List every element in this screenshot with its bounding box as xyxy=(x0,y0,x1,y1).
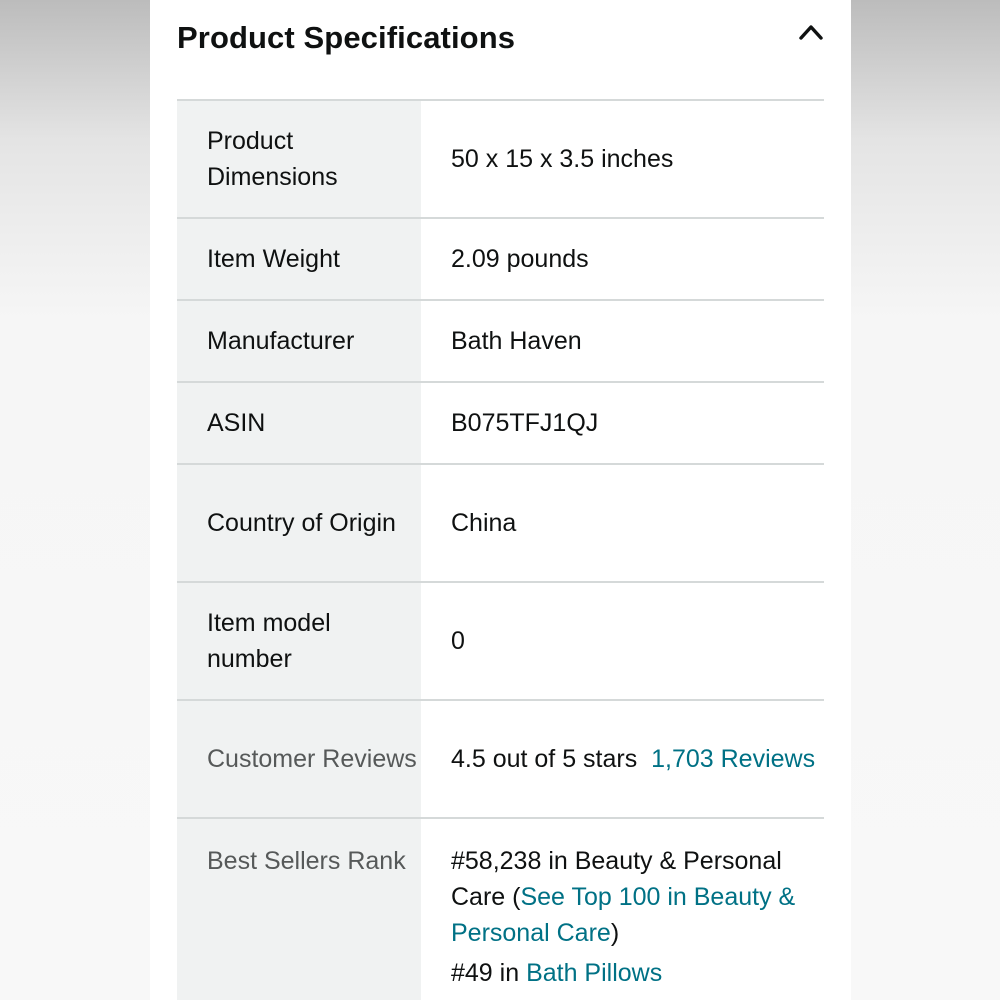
rank-text: #49 in xyxy=(451,959,527,987)
spec-value: 2.09 pounds xyxy=(451,245,589,273)
rank-line-bath-pillows: #49 in Bath Pillows xyxy=(451,955,824,991)
collapse-section-button[interactable] xyxy=(795,16,827,48)
spec-label: Country of Origin xyxy=(177,464,421,582)
spec-value: 0 xyxy=(451,627,465,655)
specifications-table: Product Dimensions 50 x 15 x 3.5 inches … xyxy=(177,99,824,1000)
spec-value: #58,238 in Beauty & Personal Care (See T… xyxy=(421,818,824,1000)
spec-row-weight: Item Weight 2.09 pounds xyxy=(177,218,824,300)
spec-label: Best Sellers Rank xyxy=(177,818,421,1000)
spec-label: Customer Reviews xyxy=(177,700,421,818)
bath-pillows-link[interactable]: Bath Pillows xyxy=(526,959,662,987)
spec-row-customer-reviews: Customer Reviews 4.5 out of 5 stars 1,70… xyxy=(177,700,824,818)
spec-row-best-sellers-rank: Best Sellers Rank #58,238 in Beauty & Pe… xyxy=(177,818,824,1000)
rank-text-close: ) xyxy=(610,919,620,947)
spec-label: Product Dimensions xyxy=(177,100,421,218)
reviews-link[interactable]: 1,703 Reviews xyxy=(651,745,815,773)
spec-label: Item Weight xyxy=(177,218,421,300)
rating-text: 4.5 out of 5 stars xyxy=(451,745,638,773)
spec-row-model-number: Item model number 0 xyxy=(177,582,824,700)
section-title: Product Specifications xyxy=(177,20,516,55)
spec-label: ASIN xyxy=(177,382,421,464)
spec-value: 50 x 15 x 3.5 inches xyxy=(451,145,674,173)
spec-row-dimensions: Product Dimensions 50 x 15 x 3.5 inches xyxy=(177,100,824,218)
spec-label: Item model number xyxy=(177,582,421,700)
spec-row-country-of-origin: Country of Origin China xyxy=(177,464,824,582)
spec-value: B075TFJ1QJ xyxy=(451,409,599,437)
spec-label: Manufacturer xyxy=(177,300,421,382)
spec-row-manufacturer: Manufacturer Bath Haven xyxy=(177,300,824,382)
rank-line-beauty: #58,238 in Beauty & Personal Care (See T… xyxy=(451,843,824,951)
chevron-up-icon xyxy=(799,25,823,40)
spec-value: China xyxy=(451,509,517,537)
spec-value: Bath Haven xyxy=(451,327,582,355)
right-background xyxy=(851,0,1000,1000)
product-specifications-panel: Product Specifications Product Dimension… xyxy=(150,0,851,1000)
spec-value: 4.5 out of 5 stars 1,703 Reviews xyxy=(421,700,824,818)
spec-row-asin: ASIN B075TFJ1QJ xyxy=(177,382,824,464)
left-background xyxy=(0,0,150,1000)
